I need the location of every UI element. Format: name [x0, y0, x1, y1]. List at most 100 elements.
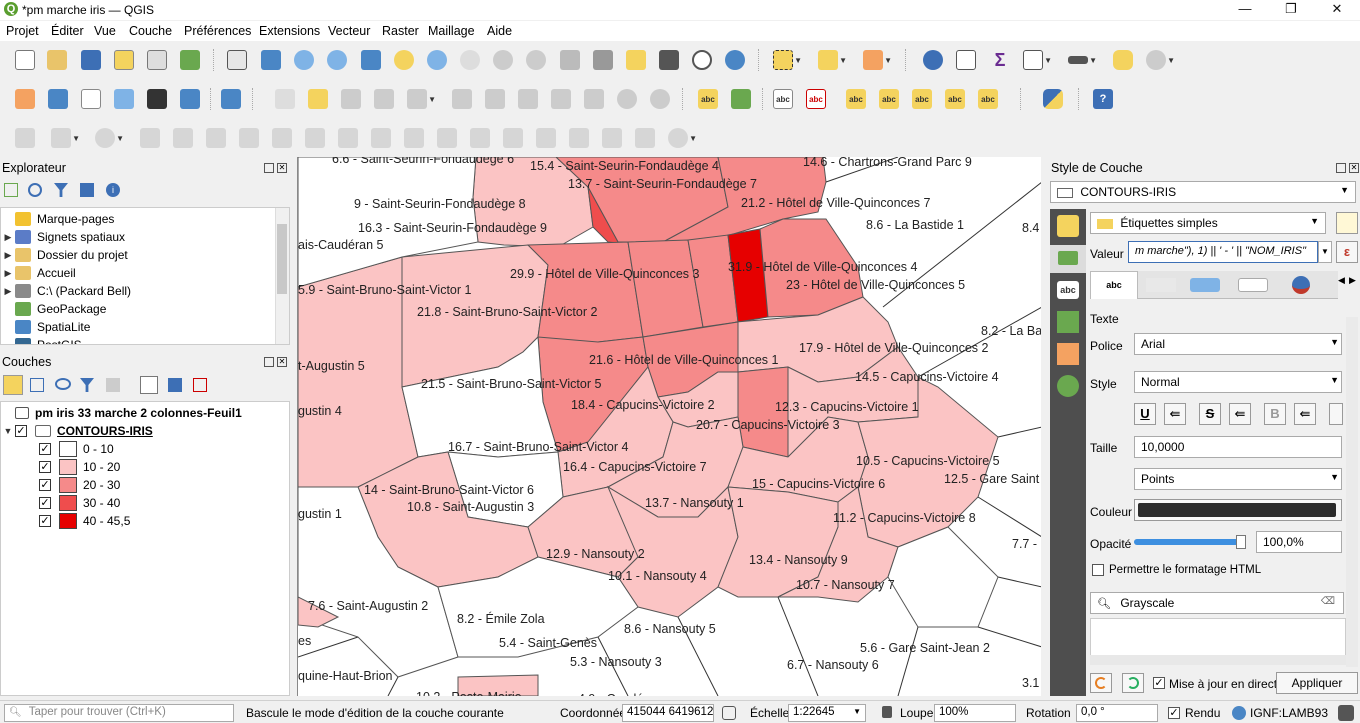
add-ring-button[interactable] — [236, 125, 262, 151]
browser-item[interactable]: Marque-pages — [1, 210, 114, 228]
move-feature-button[interactable] — [137, 125, 163, 151]
label-properties-button[interactable]: abc — [975, 86, 1001, 112]
expand-all-icon[interactable] — [140, 376, 158, 394]
rotate-symbols-button[interactable]: ▼ — [665, 125, 697, 151]
text-subtab[interactable]: abc — [1090, 271, 1138, 299]
python-console-button[interactable] — [1040, 86, 1066, 112]
menu-aide[interactable]: Aide — [487, 24, 512, 38]
legend-item[interactable]: ✓ 20 - 30 — [39, 476, 120, 494]
label-mode-select[interactable]: Étiquettes simples ▼ — [1090, 212, 1326, 234]
zoom-native-button[interactable] — [457, 47, 483, 73]
float-panel-button[interactable] — [1336, 163, 1346, 173]
add-part-button[interactable] — [269, 125, 295, 151]
background-subtab-icon[interactable] — [1238, 278, 1268, 292]
new-map-view-button[interactable] — [557, 47, 583, 73]
zoom-last-button[interactable] — [490, 47, 516, 73]
masks-tab-icon[interactable]: abc — [1057, 281, 1079, 299]
underline-data-defined-button[interactable]: ⇚ — [1164, 403, 1186, 425]
identify-button[interactable] — [920, 47, 946, 73]
save-as-button[interactable] — [111, 47, 137, 73]
show-bookmarks-button[interactable] — [656, 47, 682, 73]
delete-selected-button[interactable] — [482, 86, 508, 112]
fill-ring-button[interactable] — [302, 125, 328, 151]
current-edits-button[interactable] — [272, 86, 298, 112]
browser-item[interactable]: ▶ Signets spatiaux — [1, 228, 125, 246]
underline-button[interactable]: U — [1134, 403, 1156, 425]
save-edits-button[interactable] — [338, 86, 364, 112]
menu-vecteur[interactable]: Vecteur — [328, 24, 370, 38]
legend-item-checkbox[interactable]: ✓ — [39, 461, 51, 473]
float-panel-button[interactable] — [264, 163, 274, 173]
diagrams-tab-icon[interactable] — [1057, 343, 1079, 365]
merge-features-button[interactable] — [599, 125, 625, 151]
minimize-button[interactable]: — — [1222, 0, 1268, 20]
pin-labels-button[interactable]: abc — [770, 86, 796, 112]
trim-extend-button[interactable] — [500, 125, 526, 151]
message-log-icon[interactable] — [1338, 705, 1354, 721]
menu-preferences[interactable]: Préférences — [184, 24, 251, 38]
apply-button[interactable]: Appliquer — [1276, 672, 1358, 694]
formatting-subtab-icon[interactable] — [1146, 278, 1176, 292]
new-temp-layer-button[interactable] — [111, 86, 137, 112]
symbology-tab-icon[interactable] — [1057, 215, 1079, 237]
zoom-full-button[interactable] — [358, 47, 384, 73]
browser-item[interactable]: ▶ Accueil — [1, 264, 76, 282]
collapse-all-icon[interactable] — [80, 183, 94, 197]
refresh-button[interactable] — [722, 47, 748, 73]
clear-search-icon[interactable]: ⌫ — [1321, 596, 1335, 607]
zoom-next-button[interactable] — [523, 47, 549, 73]
legend-item[interactable]: ✓ 30 - 40 — [39, 494, 120, 512]
new-project-button[interactable] — [12, 47, 38, 73]
vertex-tool-button[interactable]: ▼ — [404, 86, 436, 112]
diagram-tool-button[interactable] — [728, 86, 754, 112]
label-tool-button[interactable]: abc — [695, 86, 721, 112]
refresh-icon[interactable] — [28, 183, 42, 197]
buffer-subtab-icon[interactable] — [1190, 278, 1220, 292]
modify-attributes-button[interactable] — [449, 86, 475, 112]
digitize-tool-button[interactable] — [12, 125, 38, 151]
redo-button[interactable] — [647, 86, 673, 112]
undo-button[interactable] — [614, 86, 640, 112]
opacity-slider-handle[interactable] — [1236, 535, 1246, 549]
font-style-select[interactable]: Normal ▼ — [1134, 371, 1342, 393]
label-expression-input[interactable]: m marche"), 1) || ' - ' || "NOM_IRIS" — [1128, 241, 1318, 263]
browser-item[interactable]: ▶ Dossier du projet — [1, 246, 128, 264]
strikeout-button[interactable]: S — [1199, 403, 1221, 425]
deselect-button[interactable]: ▼ — [860, 47, 892, 73]
legend-item[interactable]: ✓ 10 - 20 — [39, 458, 120, 476]
move-label-button[interactable]: abc — [876, 86, 902, 112]
menu-vue[interactable]: Vue — [94, 24, 116, 38]
map-canvas[interactable]: 15.4 - Saint-Seurin-Fondaudège 4 13.7 - S… — [297, 157, 1041, 696]
paste-features-button[interactable] — [581, 86, 607, 112]
shape-tool-button[interactable]: ▼ — [92, 125, 124, 151]
remove-layer-icon[interactable] — [193, 378, 207, 392]
legend-item-checkbox[interactable]: ✓ — [39, 497, 51, 509]
show-hide-labels-button[interactable]: abc — [843, 86, 869, 112]
filter-expression-icon[interactable] — [106, 378, 120, 392]
expand-icon[interactable]: ▶ — [1, 232, 15, 243]
chevron-down-icon[interactable]: ▼ — [1318, 241, 1332, 263]
close-button[interactable]: ✕ — [1314, 0, 1360, 20]
help-button[interactable]: ? — [1090, 86, 1116, 112]
undo-style-button[interactable] — [1090, 673, 1112, 693]
new-mesh-layer-button[interactable] — [177, 86, 203, 112]
locator-search-input[interactable]: 🔍︎ Taper pour trouver (Ctrl+K) — [4, 704, 234, 722]
temporal-controller-button[interactable] — [689, 47, 715, 73]
new-shapefile-button[interactable] — [78, 86, 104, 112]
close-panel-button[interactable]: ✕ — [277, 163, 287, 173]
simplify-button[interactable] — [203, 125, 229, 151]
filter-legend-icon[interactable] — [80, 378, 94, 392]
toggle-editing-button[interactable] — [305, 86, 331, 112]
menu-couche[interactable]: Couche — [129, 24, 172, 38]
bold-button[interactable]: B — [1264, 403, 1286, 425]
attribute-table-button[interactable] — [953, 47, 979, 73]
layer-properties-button[interactable] — [218, 86, 244, 112]
expand-icon[interactable]: ▶ — [1, 250, 15, 261]
open-styling-icon[interactable] — [3, 375, 23, 395]
redo-style-button[interactable] — [1122, 673, 1144, 693]
merge-attributes-button[interactable] — [632, 125, 658, 151]
add-group-icon[interactable] — [30, 378, 44, 392]
rotate-label-button[interactable]: abc — [909, 86, 935, 112]
add-feature-button[interactable] — [371, 86, 397, 112]
collapse-all-icon[interactable] — [168, 378, 182, 392]
